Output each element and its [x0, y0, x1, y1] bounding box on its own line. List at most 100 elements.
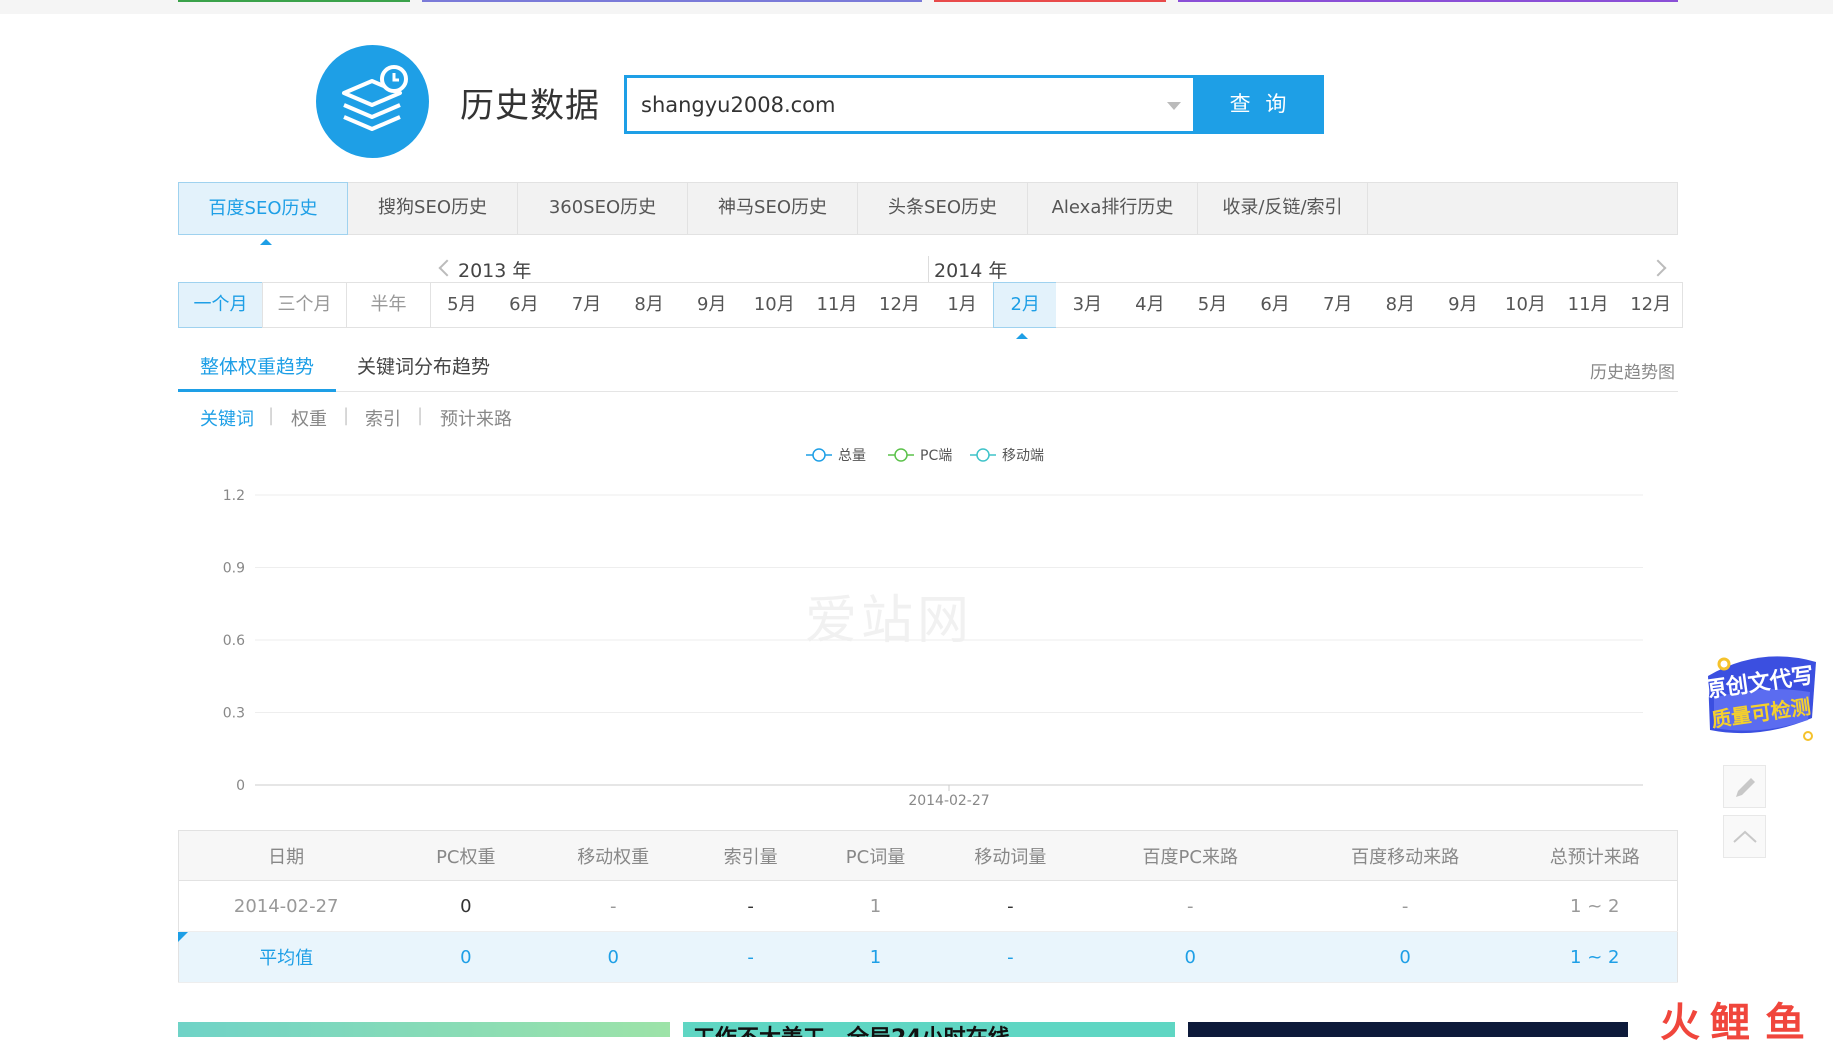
y-tick-label: 1.2	[223, 488, 245, 504]
subtab-keyword-distribution[interactable]: 关键词分布趋势	[357, 352, 490, 379]
average-cell: 0	[393, 931, 539, 983]
tab-baidu-seo[interactable]: 百度SEO历史	[178, 182, 348, 235]
next-year-arrow-icon[interactable]	[1649, 259, 1667, 277]
range-one-month[interactable]: 一个月	[178, 282, 263, 328]
month-button[interactable]: 1月	[930, 282, 995, 328]
tab-shenma-seo[interactable]: 神马SEO历史	[688, 182, 858, 235]
table-header-cell: 百度PC来路	[1082, 830, 1298, 881]
month-button[interactable]: 9月	[1431, 282, 1496, 328]
month-button[interactable]: 11月	[1556, 282, 1621, 328]
tab-alexa-rank[interactable]: Alexa排行历史	[1028, 182, 1198, 235]
y-tick-label: 0.3	[223, 706, 245, 722]
metric-index[interactable]: 索引	[365, 405, 401, 431]
tab-sogou-seo[interactable]: 搜狗SEO历史	[348, 182, 518, 235]
average-cell: 1 ~ 2	[1512, 931, 1678, 983]
promo-badge[interactable]: 原创文代写 质量可检测	[1700, 648, 1822, 744]
average-cell: -	[937, 931, 1083, 983]
stack-clock-icon	[316, 45, 429, 158]
tab-toutiao-seo[interactable]: 头条SEO历史	[858, 182, 1028, 235]
month-button[interactable]: 4月	[1118, 282, 1183, 328]
month-button[interactable]: 11月	[805, 282, 870, 328]
page-title: 历史数据	[460, 86, 600, 126]
subtab-underline	[178, 389, 336, 392]
month-button[interactable]: 8月	[617, 282, 682, 328]
month-button[interactable]: 12月	[1619, 282, 1683, 328]
query-button[interactable]: 查 询	[1196, 75, 1324, 134]
table-header-cell: 日期	[178, 830, 394, 881]
month-button[interactable]: 10月	[743, 282, 807, 328]
table-row: 2014-02-27 0- -1- - -1 ~ 2	[178, 880, 1678, 932]
table-cell: -	[688, 880, 814, 932]
month-button[interactable]: 5月	[1181, 282, 1245, 328]
metric-estimated-traffic[interactable]: 预计来路	[440, 405, 512, 431]
legend-marker	[812, 448, 826, 462]
top-strip	[0, 0, 1833, 14]
banner-ad-2-text: 工作不大美工，全局24小时在线	[693, 1022, 1010, 1037]
range-three-months[interactable]: 三个月	[262, 282, 347, 328]
y-tick-label: 0.9	[223, 561, 245, 577]
metric-separator: |	[417, 405, 424, 426]
year-divider	[928, 256, 929, 282]
month-button[interactable]: 9月	[680, 282, 744, 328]
brand-logo-char: 鱼	[1765, 1000, 1805, 1046]
table-header-cell: PC权重	[393, 830, 539, 881]
month-button[interactable]: 12月	[868, 282, 932, 328]
average-cell: 0	[1297, 931, 1513, 983]
table-header-cell: 移动权重	[538, 830, 689, 881]
strip-line	[934, 0, 1166, 2]
average-row: 平均值 0 0-1-0 0 1 ~ 2	[178, 931, 1678, 983]
range-half-year[interactable]: 半年	[346, 282, 431, 328]
table-header-cell: PC词量	[813, 830, 938, 881]
y-tick-label: 0	[236, 778, 245, 794]
month-button[interactable]: 7月	[555, 282, 619, 328]
domain-search-box[interactable]	[624, 75, 1196, 134]
table-cell: 2014-02-27	[178, 880, 394, 932]
history-trend-link[interactable]: 历史趋势图	[1590, 358, 1675, 383]
dropdown-caret-icon[interactable]	[1167, 102, 1181, 110]
metric-separator: |	[268, 405, 275, 426]
trend-chart-svg: 1.2 0.9 0.6 0.3 0 2014-02-27 总量 PC端 移动端	[223, 448, 1643, 809]
domain-search-input[interactable]	[641, 92, 1121, 118]
legend-label: PC端	[920, 448, 952, 464]
month-button[interactable]: 10月	[1494, 282, 1558, 328]
month-button[interactable]: 6月	[492, 282, 557, 328]
table-cell: -	[937, 880, 1083, 932]
metric-weight[interactable]: 权重	[291, 405, 327, 431]
table-header-cell: 总预计来路	[1512, 830, 1678, 881]
x-tick-label: 2014-02-27	[908, 793, 989, 809]
subtab-divider	[178, 391, 1678, 392]
tab-index-backlinks[interactable]: 收录/反链/索引	[1198, 182, 1368, 235]
brand-logo-char: 鲤	[1710, 1000, 1750, 1046]
month-button[interactable]: 7月	[1306, 282, 1370, 328]
month-button[interactable]: 5月	[430, 282, 494, 328]
average-cell: 0	[1082, 931, 1298, 983]
average-row-marker	[178, 932, 188, 942]
month-button[interactable]: 2月	[993, 282, 1057, 328]
average-cell: 平均值	[178, 931, 394, 983]
tab-360-seo[interactable]: 360SEO历史	[518, 182, 688, 235]
table-header-cell: 移动词量	[937, 830, 1083, 881]
table-cell: -	[1082, 880, 1298, 932]
active-tab-pointer	[260, 239, 272, 245]
month-button[interactable]: 6月	[1243, 282, 1308, 328]
average-cell: -	[688, 931, 814, 983]
banner-ad-3[interactable]	[1188, 1022, 1628, 1037]
month-button[interactable]: 3月	[1056, 282, 1120, 328]
brand-logo: 火 鲤 鱼	[1660, 990, 1825, 1046]
month-button[interactable]: 8月	[1369, 282, 1433, 328]
trend-chart: 1.2 0.9 0.6 0.3 0 2014-02-27 总量 PC端 移动端	[178, 440, 1678, 820]
pencil-icon[interactable]	[1723, 765, 1766, 808]
table-header-row: 日期 PC权重 移动权重 索引量 PC词量 移动词量 百度PC来路 百度移动来路 总预计来路	[178, 830, 1678, 881]
banner-ad-2[interactable]: 工作不大美工，全局24小时在线	[683, 1022, 1175, 1037]
average-cell: 0	[538, 931, 689, 983]
main-tabs: 百度SEO历史 搜狗SEO历史 360SEO历史 神马SEO历史 头条SEO历史…	[178, 182, 1678, 235]
prev-year-arrow-icon[interactable]	[438, 259, 456, 277]
table-cell: -	[1297, 880, 1513, 932]
subtab-overall-weight[interactable]: 整体权重趋势	[200, 352, 314, 379]
banner-ad-1[interactable]	[178, 1022, 670, 1037]
metric-keywords[interactable]: 关键词	[200, 405, 254, 431]
year-label-2013: 2013 年	[458, 260, 532, 282]
chevron-up-icon[interactable]	[1723, 815, 1766, 858]
legend-label: 移动端	[1002, 448, 1044, 464]
table-cell: -	[538, 880, 689, 932]
